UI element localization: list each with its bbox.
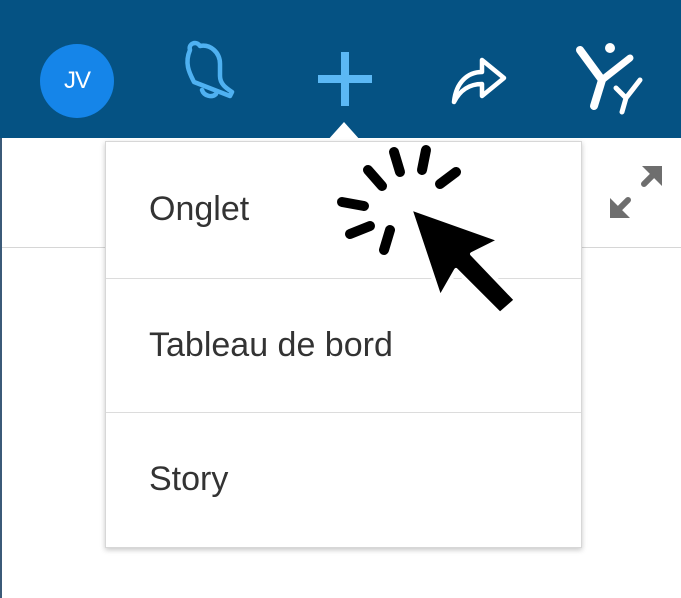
create-dropdown-menu: Onglet Tableau de bord Story <box>105 141 582 548</box>
menu-item-tableau-de-bord[interactable]: Tableau de bord <box>106 278 581 412</box>
fullscreen-button[interactable] <box>604 160 668 224</box>
avatar[interactable]: JV <box>40 44 114 118</box>
top-toolbar: JV <box>0 0 681 138</box>
create-button[interactable] <box>310 44 380 114</box>
expand-icon <box>610 166 662 218</box>
menu-item-story[interactable]: Story <box>106 412 581 546</box>
menu-item-label: Onglet <box>149 189 250 228</box>
plus-icon <box>318 52 372 106</box>
person-y-icon <box>576 43 643 115</box>
app-frame: JV Onglet Tableau de bord Story <box>0 0 681 598</box>
notifications-button[interactable] <box>176 38 246 114</box>
menu-pointer <box>327 122 361 141</box>
share-icon <box>451 57 507 105</box>
bell-icon <box>185 40 235 99</box>
share-button[interactable] <box>444 46 510 110</box>
menu-item-label: Tableau de bord <box>149 326 393 364</box>
avatar-initials: JV <box>63 67 91 94</box>
profile-menu-button[interactable] <box>572 36 652 116</box>
menu-item-label: Story <box>149 460 229 498</box>
menu-item-onglet[interactable]: Onglet <box>106 142 581 276</box>
